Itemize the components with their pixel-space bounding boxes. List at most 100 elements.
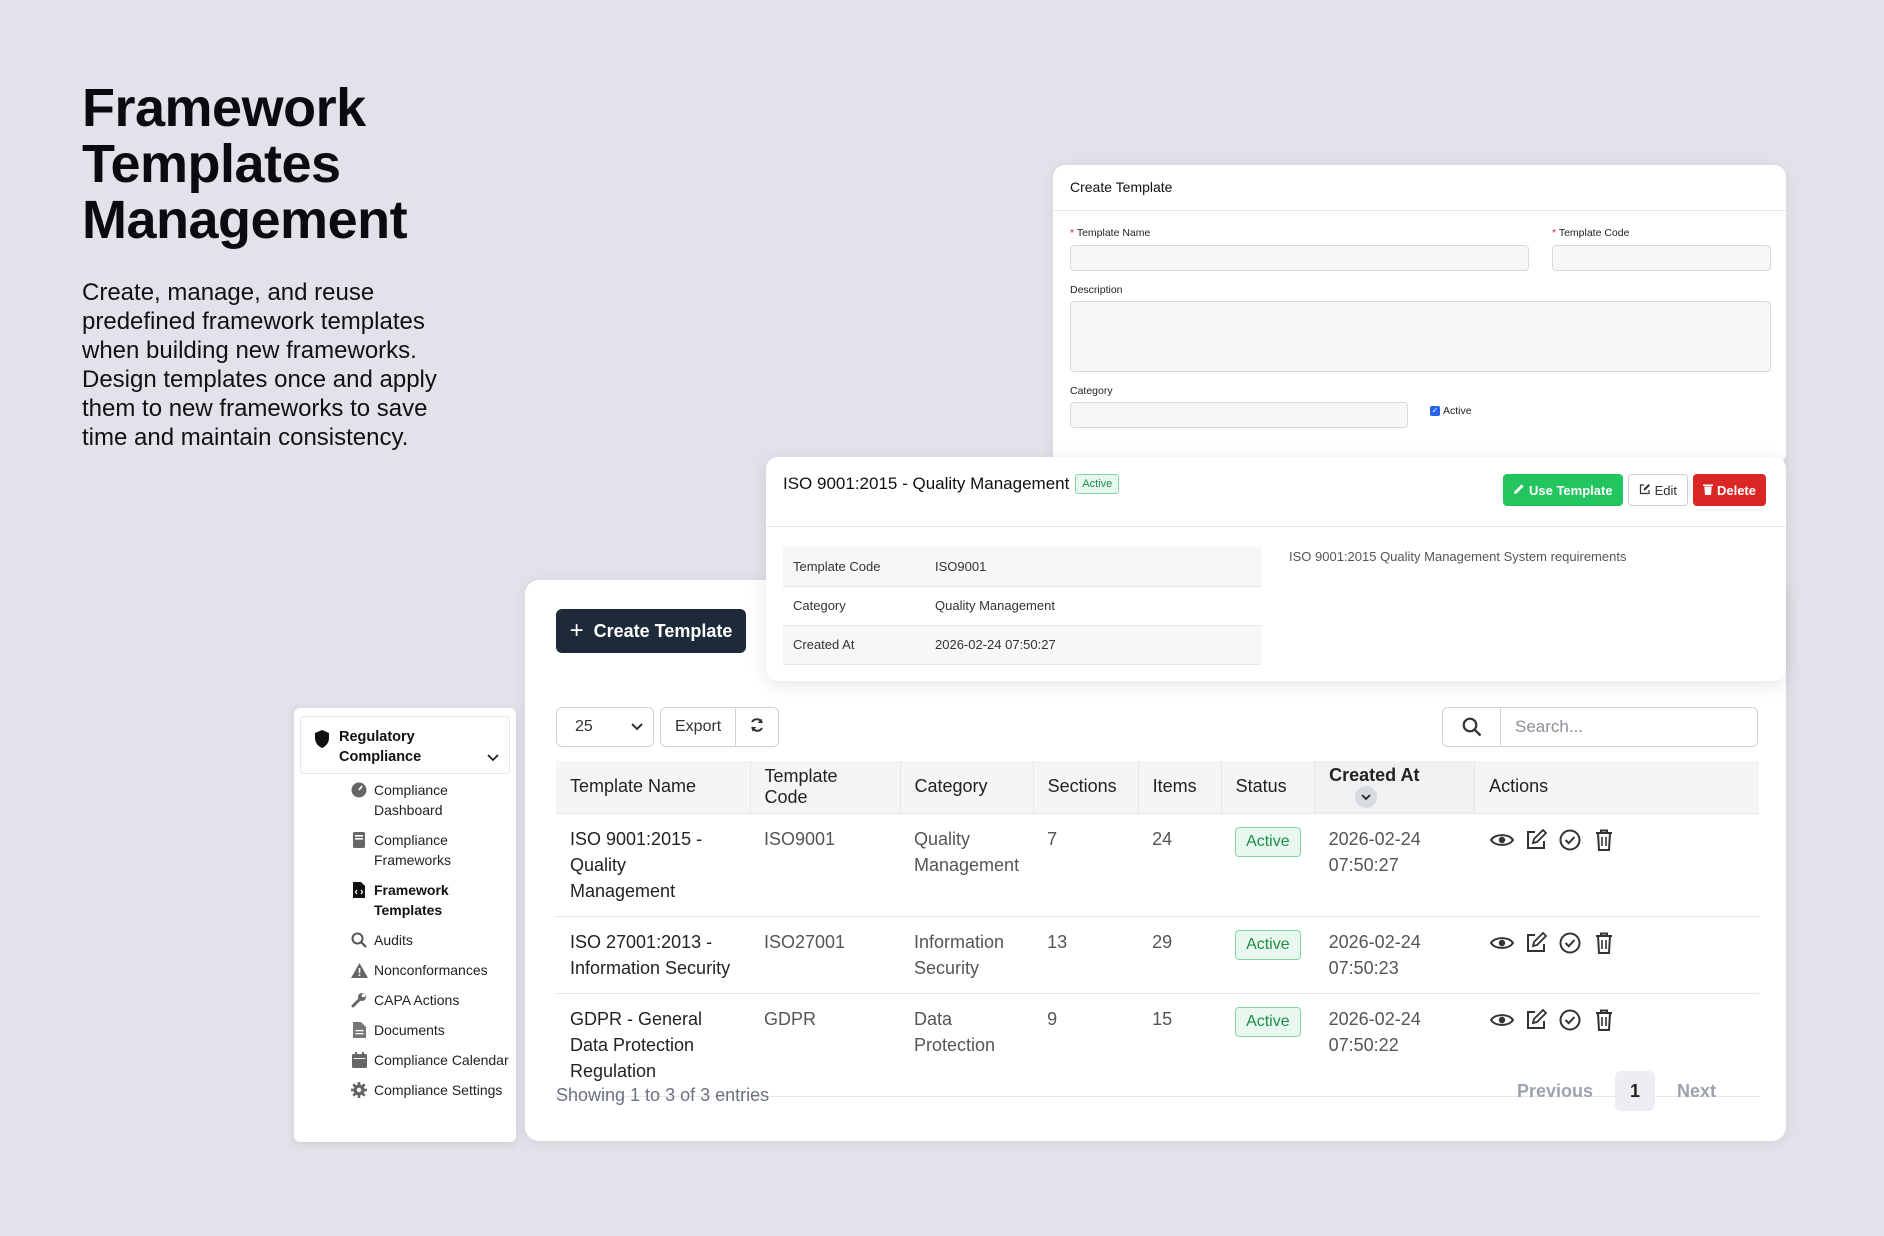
trash-icon[interactable] bbox=[1591, 827, 1617, 853]
sidebar-item-label: Compliance Calendar bbox=[374, 1052, 509, 1068]
chevron-down-icon[interactable] bbox=[487, 727, 499, 767]
sidebar-item-compliance-dashboard[interactable]: Compliance Dashboard bbox=[350, 780, 510, 820]
template-code-cell: ISO9001 bbox=[750, 813, 900, 917]
category-field[interactable] bbox=[1070, 402, 1408, 428]
hero-title: Framework Templates Management bbox=[82, 78, 408, 250]
category-label: Category bbox=[1070, 385, 1113, 397]
view-icon[interactable] bbox=[1489, 827, 1515, 853]
search-icon bbox=[350, 930, 368, 950]
category-cell: Data Protection bbox=[900, 993, 1034, 1097]
sidebar-item-capa-actions[interactable]: CAPA Actions bbox=[350, 990, 510, 1010]
created-at-cell: 2026-02-24 07:50:23 bbox=[1314, 916, 1475, 994]
detail-row: Category Quality Management bbox=[783, 586, 1261, 626]
category-cell: Quality Management bbox=[900, 813, 1034, 917]
detail-row: Template Code ISO9001 bbox=[783, 547, 1261, 587]
next-page-button[interactable]: Next bbox=[1677, 1081, 1716, 1102]
entries-info: Showing 1 to 3 of 3 entries bbox=[556, 1085, 770, 1105]
view-icon[interactable] bbox=[1489, 1007, 1515, 1033]
sidebar-item-framework-templates[interactable]: Framework Templates bbox=[350, 880, 510, 920]
status-badge: Active bbox=[1235, 1006, 1301, 1037]
check-circle-icon[interactable] bbox=[1557, 930, 1583, 956]
page-button-current[interactable]: 1 bbox=[1614, 1071, 1655, 1111]
edit-button[interactable]: Edit bbox=[1627, 474, 1688, 506]
sidebar-item-audits[interactable]: Audits bbox=[350, 930, 510, 950]
edit-icon[interactable] bbox=[1523, 1007, 1549, 1033]
template-code-field[interactable] bbox=[1552, 245, 1771, 271]
trash-icon bbox=[1702, 483, 1713, 498]
column-header[interactable]: Template Name bbox=[556, 761, 751, 814]
template-name-cell: ISO 27001:2013 - Information Security bbox=[556, 916, 750, 994]
status-badge: Active bbox=[1235, 929, 1301, 960]
use-template-button[interactable]: Use Template bbox=[1502, 474, 1623, 506]
chevron-down-icon bbox=[631, 718, 643, 736]
column-header[interactable]: Items bbox=[1138, 761, 1222, 814]
detail-title: ISO 9001:2015 - Quality Management bbox=[783, 474, 1070, 493]
category-cell: Information Security bbox=[900, 916, 1034, 994]
template-name-field[interactable] bbox=[1070, 245, 1529, 271]
check-circle-icon[interactable] bbox=[1557, 827, 1583, 853]
refresh-icon bbox=[749, 717, 765, 738]
previous-page-button[interactable]: Previous bbox=[1517, 1081, 1593, 1102]
sidebar-item-compliance-frameworks[interactable]: Compliance Frameworks bbox=[350, 830, 510, 870]
template-name-cell: ISO 9001:2015 - Quality Management bbox=[556, 813, 750, 917]
column-header[interactable]: Template Code bbox=[750, 761, 901, 814]
search-icon[interactable] bbox=[1443, 708, 1501, 746]
status-badge: Active bbox=[1075, 474, 1120, 494]
sidebar-section-header[interactable]: Regulatory Compliance bbox=[300, 716, 510, 774]
form-title: Create Template bbox=[1053, 165, 1786, 211]
active-checkbox[interactable]: ✓ Active bbox=[1430, 405, 1472, 417]
sidebar-item-documents[interactable]: Documents bbox=[350, 1020, 510, 1040]
view-icon[interactable] bbox=[1489, 930, 1515, 956]
hero-description: Create, manage, and reuse predefined fra… bbox=[82, 279, 437, 451]
edit-icon[interactable] bbox=[1523, 827, 1549, 853]
detail-fields-table: Template Code ISO9001 Category Quality Man… bbox=[783, 547, 1261, 665]
sidebar-item-nonconformances[interactable]: Nonconformances bbox=[350, 960, 510, 980]
template-name-label: * Template Name bbox=[1070, 227, 1151, 239]
sidebar-item-label: Compliance Settings bbox=[374, 1082, 503, 1098]
check-circle-icon[interactable] bbox=[1557, 1007, 1583, 1033]
column-header[interactable]: Status bbox=[1221, 761, 1316, 814]
dashboard-icon bbox=[350, 780, 368, 800]
table-row: ISO 9001:2015 - Quality Management ISO90… bbox=[556, 813, 1759, 917]
book-icon bbox=[350, 830, 368, 850]
created-at-cell: 2026-02-24 07:50:27 bbox=[1314, 813, 1475, 917]
template-name-cell: GDPR - General Data Protection Regulatio… bbox=[556, 993, 750, 1097]
column-header[interactable]: Category bbox=[900, 761, 1034, 814]
warning-icon bbox=[350, 960, 368, 980]
sections-cell: 7 bbox=[1033, 813, 1139, 917]
pagination: Previous 1 Next bbox=[1517, 1071, 1716, 1111]
templates-table: Template Name Template Code Category Sec… bbox=[556, 761, 1759, 1097]
created-at-cell: 2026-02-24 07:50:22 bbox=[1314, 993, 1475, 1097]
status-badge: Active bbox=[1235, 826, 1301, 857]
edit-icon[interactable] bbox=[1523, 930, 1549, 956]
trash-icon[interactable] bbox=[1591, 930, 1617, 956]
sort-desc-icon bbox=[1355, 786, 1378, 809]
export-button[interactable]: Export bbox=[661, 708, 737, 746]
description-field[interactable] bbox=[1070, 301, 1771, 372]
trash-icon[interactable] bbox=[1591, 1007, 1617, 1033]
sidebar-item-label: Compliance Frameworks bbox=[374, 832, 452, 868]
sidebar-item-compliance-calendar[interactable]: Compliance Calendar bbox=[350, 1050, 510, 1070]
file-code-icon bbox=[350, 880, 368, 900]
sidebar-item-compliance-settings[interactable]: Compliance Settings bbox=[350, 1080, 510, 1100]
table-row: ISO 27001:2013 - Information Security IS… bbox=[556, 916, 1759, 994]
search-input[interactable] bbox=[1501, 708, 1751, 746]
edit-icon bbox=[1639, 483, 1651, 498]
detail-description: ISO 9001:2015 Quality Management System … bbox=[1289, 549, 1627, 564]
page-size-select[interactable]: 25 bbox=[556, 707, 654, 747]
search-box bbox=[1442, 707, 1758, 747]
create-template-button[interactable]: + Create Template bbox=[556, 609, 746, 653]
sidebar-item-label: Documents bbox=[374, 1022, 445, 1038]
sidebar-item-label: CAPA Actions bbox=[374, 992, 460, 1008]
sidebar-item-label: Audits bbox=[374, 932, 413, 948]
column-header-sorted[interactable]: Created At bbox=[1314, 761, 1476, 814]
plus-icon: + bbox=[569, 617, 584, 644]
create-template-form: Create Template * Template Name * Templa… bbox=[1053, 165, 1786, 465]
sidebar-section-title: Regulatory Compliance bbox=[339, 729, 422, 765]
wrench-icon bbox=[350, 990, 368, 1010]
calendar-icon bbox=[350, 1050, 368, 1070]
delete-button[interactable]: Delete bbox=[1692, 474, 1766, 506]
column-header[interactable]: Sections bbox=[1033, 761, 1139, 814]
refresh-button[interactable] bbox=[736, 708, 778, 746]
sections-cell: 9 bbox=[1033, 993, 1139, 1097]
